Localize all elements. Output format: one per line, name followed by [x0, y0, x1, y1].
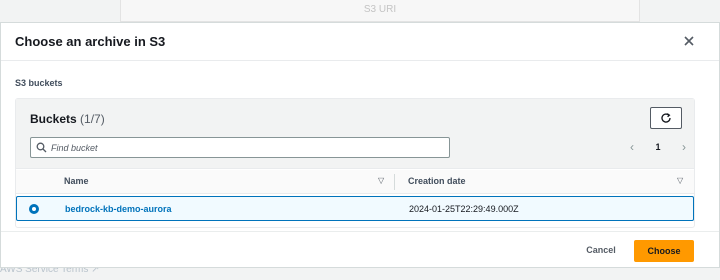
- chevron-left-icon[interactable]: ‹: [630, 139, 634, 155]
- table-title: Buckets (1/7): [30, 112, 105, 126]
- buckets-table-panel: Buckets (1/7) ‹ 1 ›: [15, 98, 695, 228]
- search-box: [30, 137, 450, 158]
- page-number[interactable]: 1: [655, 142, 660, 152]
- creation-date-cell: 2024-01-25T22:29:49.000Z: [409, 204, 519, 214]
- footer-divider: [1, 231, 719, 232]
- s3-uri-field-background: S3 URI: [120, 0, 640, 22]
- close-button[interactable]: [681, 33, 697, 49]
- column-divider: [394, 174, 395, 190]
- refresh-icon: [661, 113, 671, 123]
- sort-down-icon[interactable]: ▽: [677, 176, 683, 185]
- chevron-right-icon[interactable]: ›: [682, 139, 686, 155]
- cancel-button[interactable]: Cancel: [575, 238, 627, 262]
- modal-header: Choose an archive in S3: [1, 23, 719, 61]
- column-header-name[interactable]: Name: [64, 176, 89, 186]
- search-icon: [36, 142, 47, 153]
- column-header-row: Name ▽ Creation date ▽: [16, 170, 694, 194]
- choose-button[interactable]: Choose: [634, 240, 694, 262]
- close-icon: [684, 36, 694, 46]
- table-count: (1/7): [80, 112, 105, 126]
- pagination: ‹ 1 ›: [630, 139, 686, 155]
- row-radio-selected[interactable]: [29, 204, 39, 214]
- table-title-text: Buckets: [30, 112, 77, 126]
- choose-archive-modal: Choose an archive in S3 S3 buckets Bucke…: [0, 22, 720, 268]
- column-header-creation-date[interactable]: Creation date: [408, 176, 466, 186]
- find-bucket-input[interactable]: [51, 140, 441, 155]
- table-row[interactable]: bedrock-kb-demo-aurora 2024-01-25T22:29:…: [16, 196, 694, 221]
- refresh-button[interactable]: [650, 107, 682, 129]
- section-label: S3 buckets: [15, 78, 63, 88]
- bucket-name-link[interactable]: bedrock-kb-demo-aurora: [65, 204, 172, 214]
- sort-down-icon[interactable]: ▽: [378, 176, 384, 185]
- modal-title: Choose an archive in S3: [15, 34, 166, 49]
- table-header: Buckets (1/7) ‹ 1 ›: [16, 99, 694, 169]
